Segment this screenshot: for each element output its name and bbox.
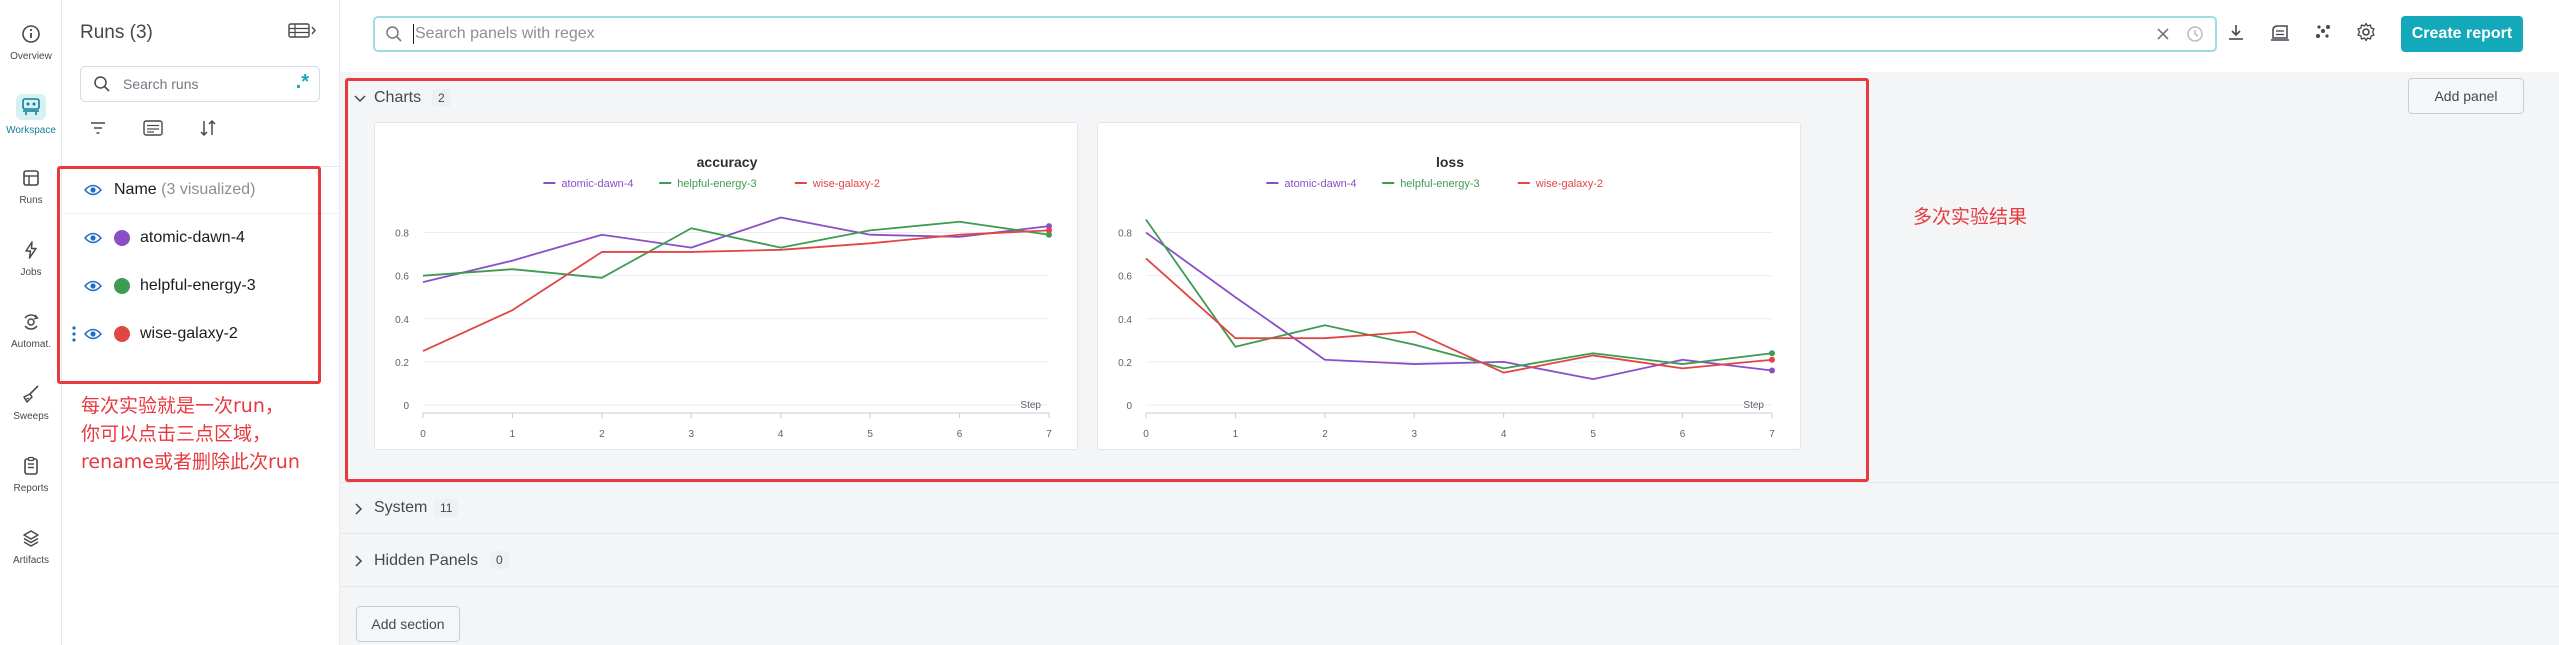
charts-annotation-box — [345, 78, 1869, 482]
chevron-right-icon[interactable] — [354, 555, 364, 567]
panel-count-badge: 11 — [434, 499, 459, 517]
section-title: System — [374, 499, 428, 516]
nav-item-runs[interactable]: Runs — [0, 158, 62, 220]
runs-title: Runs (3) — [80, 22, 153, 43]
history-icon[interactable] — [2185, 24, 2205, 44]
runs-search-placeholder: Search runs — [123, 76, 199, 92]
nav-item-reports[interactable]: Reports — [0, 446, 62, 508]
section-hidden-header[interactable]: Hidden Panels 0 — [340, 535, 2559, 587]
nav-label: Jobs — [20, 267, 42, 278]
layers-icon — [19, 526, 43, 550]
panel-count-badge: 0 — [490, 551, 509, 569]
nav-item-workspace[interactable]: Workspace — [0, 86, 62, 148]
filter-icon[interactable] — [88, 118, 108, 138]
nav-item-artifacts[interactable]: Artifacts — [0, 518, 62, 580]
group-icon[interactable] — [142, 118, 164, 138]
create-report-button[interactable]: Create report — [2401, 16, 2523, 52]
nav-item-overview[interactable]: Overview — [0, 14, 62, 76]
gear-icon[interactable] — [2356, 22, 2376, 42]
nav-label: Automat. — [10, 339, 52, 350]
search-icon — [94, 76, 110, 92]
nav-item-sweeps[interactable]: Sweeps — [0, 374, 62, 436]
runs-annotation-box — [57, 166, 321, 384]
nav-label: Artifacts — [12, 555, 50, 566]
nav-label: Overview — [10, 51, 52, 62]
runs-search-input[interactable]: Search runs .* — [80, 66, 320, 102]
automation-icon — [19, 310, 43, 334]
charts-annotation-note: 多次实验结果 — [1913, 206, 2028, 228]
nav-item-jobs[interactable]: Jobs — [0, 230, 62, 292]
nav-label: Sweeps — [13, 411, 49, 422]
nav-rail: Overview Workspace Runs Jobs Automat. Sw… — [0, 0, 62, 645]
search-icon — [386, 26, 402, 42]
info-icon — [19, 22, 43, 46]
regex-toggle[interactable]: .* — [296, 71, 309, 94]
clear-icon[interactable] — [2153, 24, 2173, 44]
sort-icon[interactable] — [198, 118, 218, 138]
table-icon — [19, 166, 43, 190]
chevron-right-icon[interactable] — [354, 503, 364, 515]
nav-item-automations[interactable]: Automat. — [0, 302, 62, 364]
section-system-header[interactable]: System 11 — [340, 482, 2559, 534]
workspace-icon — [16, 94, 46, 120]
nav-label: Workspace — [6, 125, 56, 136]
nav-label: Runs — [19, 195, 43, 206]
section-title: Hidden Panels — [374, 551, 479, 569]
runs-annotation-note: 每次实验就是一次run， 你可以点击三点区域， rename或者删除此次run — [81, 395, 300, 473]
undo-history-icon[interactable] — [2269, 22, 2291, 42]
add-section-button[interactable]: Add section — [356, 606, 460, 642]
nav-label: Reports — [13, 483, 49, 494]
panel-search-placeholder: Search panels with regex — [415, 25, 595, 42]
add-panel-button[interactable]: Add panel — [2408, 78, 2524, 114]
broom-icon — [19, 382, 43, 406]
text-caret — [413, 24, 414, 44]
scatter-plot-icon[interactable] — [2313, 22, 2333, 42]
download-icon[interactable] — [2226, 22, 2246, 42]
report-icon — [19, 454, 43, 478]
table-view-icon[interactable] — [288, 22, 318, 45]
lightning-icon — [19, 238, 43, 262]
panel-search-input[interactable]: Search panels with regex — [373, 16, 2217, 52]
